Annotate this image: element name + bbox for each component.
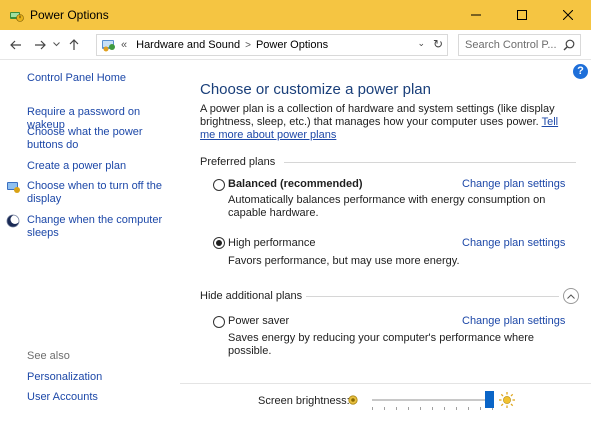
change-high-performance-settings-link[interactable]: Change plan settings [462, 237, 565, 249]
collapse-button[interactable] [563, 288, 579, 304]
sun-dim-icon [348, 395, 358, 405]
page-title: Choose or customize a power plan [200, 81, 431, 98]
intro-text: A power plan is a collection of hardware… [200, 103, 570, 142]
hide-additional-plans-header[interactable]: Hide additional plans [200, 290, 302, 302]
turn-off-display-link[interactable]: Choose when to turn off the display [27, 180, 167, 206]
display-power-icon [7, 182, 20, 193]
screen-brightness-slider[interactable] [372, 391, 494, 411]
recent-locations-button[interactable] [50, 33, 62, 57]
navigation-bar: « Hardware and Sound > Power Options ⌄ ↻ [0, 30, 591, 60]
collapse-up-icon [567, 293, 575, 299]
section-divider [284, 162, 576, 163]
window-title: Power Options [30, 8, 109, 22]
minimize-icon [471, 14, 481, 16]
back-button[interactable] [6, 33, 26, 57]
power-saver-radio[interactable] [213, 316, 225, 328]
back-arrow-icon [10, 40, 21, 49]
breadcrumb-power-options[interactable]: Power Options [256, 39, 328, 51]
brightness-divider [180, 383, 591, 384]
search-box[interactable] [458, 34, 581, 56]
help-icon[interactable]: ? [573, 64, 588, 79]
close-button[interactable] [545, 0, 591, 30]
screen-brightness-label: Screen brightness: [258, 395, 350, 407]
refresh-icon[interactable]: ↻ [433, 37, 443, 51]
balanced-plan-name[interactable]: Balanced (recommended) [228, 178, 362, 190]
balanced-plan-description: Automatically balances performance with … [228, 194, 546, 219]
high-performance-plan-name[interactable]: High performance [228, 237, 315, 249]
sun-bright-icon [499, 392, 515, 408]
change-balanced-settings-link[interactable]: Change plan settings [462, 178, 565, 190]
personalization-link[interactable]: Personalization [27, 371, 102, 384]
power-saver-plan-name[interactable]: Power saver [228, 315, 289, 327]
user-accounts-link[interactable]: User Accounts [27, 391, 98, 404]
power-saver-plan-description: Saves energy by reducing your computer's… [228, 332, 534, 357]
chevron-down-icon[interactable]: ⌄ [417, 38, 425, 49]
control-panel-icon [102, 40, 115, 52]
intro-description: A power plan is a collection of hardware… [200, 103, 555, 128]
balanced-radio[interactable] [213, 179, 225, 191]
title-bar: Power Options [0, 0, 591, 30]
moon-sleep-icon [6, 214, 20, 228]
search-input[interactable] [465, 39, 561, 51]
forward-button[interactable] [30, 33, 50, 57]
create-power-plan-link[interactable]: Create a power plan [27, 160, 177, 173]
slider-ticks [372, 407, 494, 411]
see-also-label: See also [27, 350, 70, 362]
power-buttons-link[interactable]: Choose what the power buttons do [27, 126, 157, 152]
slider-thumb[interactable] [485, 391, 494, 408]
change-power-saver-settings-link[interactable]: Change plan settings [462, 315, 565, 327]
search-icon[interactable] [563, 39, 575, 51]
close-icon [563, 10, 573, 20]
computer-sleeps-link[interactable]: Change when the computer sleeps [27, 214, 167, 240]
control-panel-home-link[interactable]: Control Panel Home [27, 72, 126, 85]
forward-arrow-icon [35, 40, 46, 49]
power-options-app-icon [10, 12, 24, 22]
breadcrumb-overflow[interactable]: « [121, 39, 127, 51]
minimize-button[interactable] [453, 0, 499, 30]
high-performance-plan-description: Favors performance, but may use more ene… [228, 255, 460, 267]
breadcrumb-hardware-and-sound[interactable]: Hardware and Sound [136, 39, 240, 51]
breadcrumb-separator: > [245, 39, 251, 51]
slider-track [372, 399, 494, 401]
address-bar[interactable]: « Hardware and Sound > Power Options ⌄ ↻ [96, 34, 448, 56]
section-divider [306, 296, 559, 297]
recent-locations-icon [52, 42, 60, 47]
preferred-plans-header: Preferred plans [200, 156, 276, 168]
maximize-icon [517, 10, 527, 20]
up-button[interactable] [64, 33, 84, 57]
left-pane: Control Panel Home Require a password on… [0, 60, 180, 423]
main-pane: ? Choose or customize a power plan A pow… [180, 60, 591, 423]
maximize-button[interactable] [499, 0, 545, 30]
up-arrow-icon [69, 38, 79, 50]
high-performance-radio[interactable] [213, 237, 225, 249]
